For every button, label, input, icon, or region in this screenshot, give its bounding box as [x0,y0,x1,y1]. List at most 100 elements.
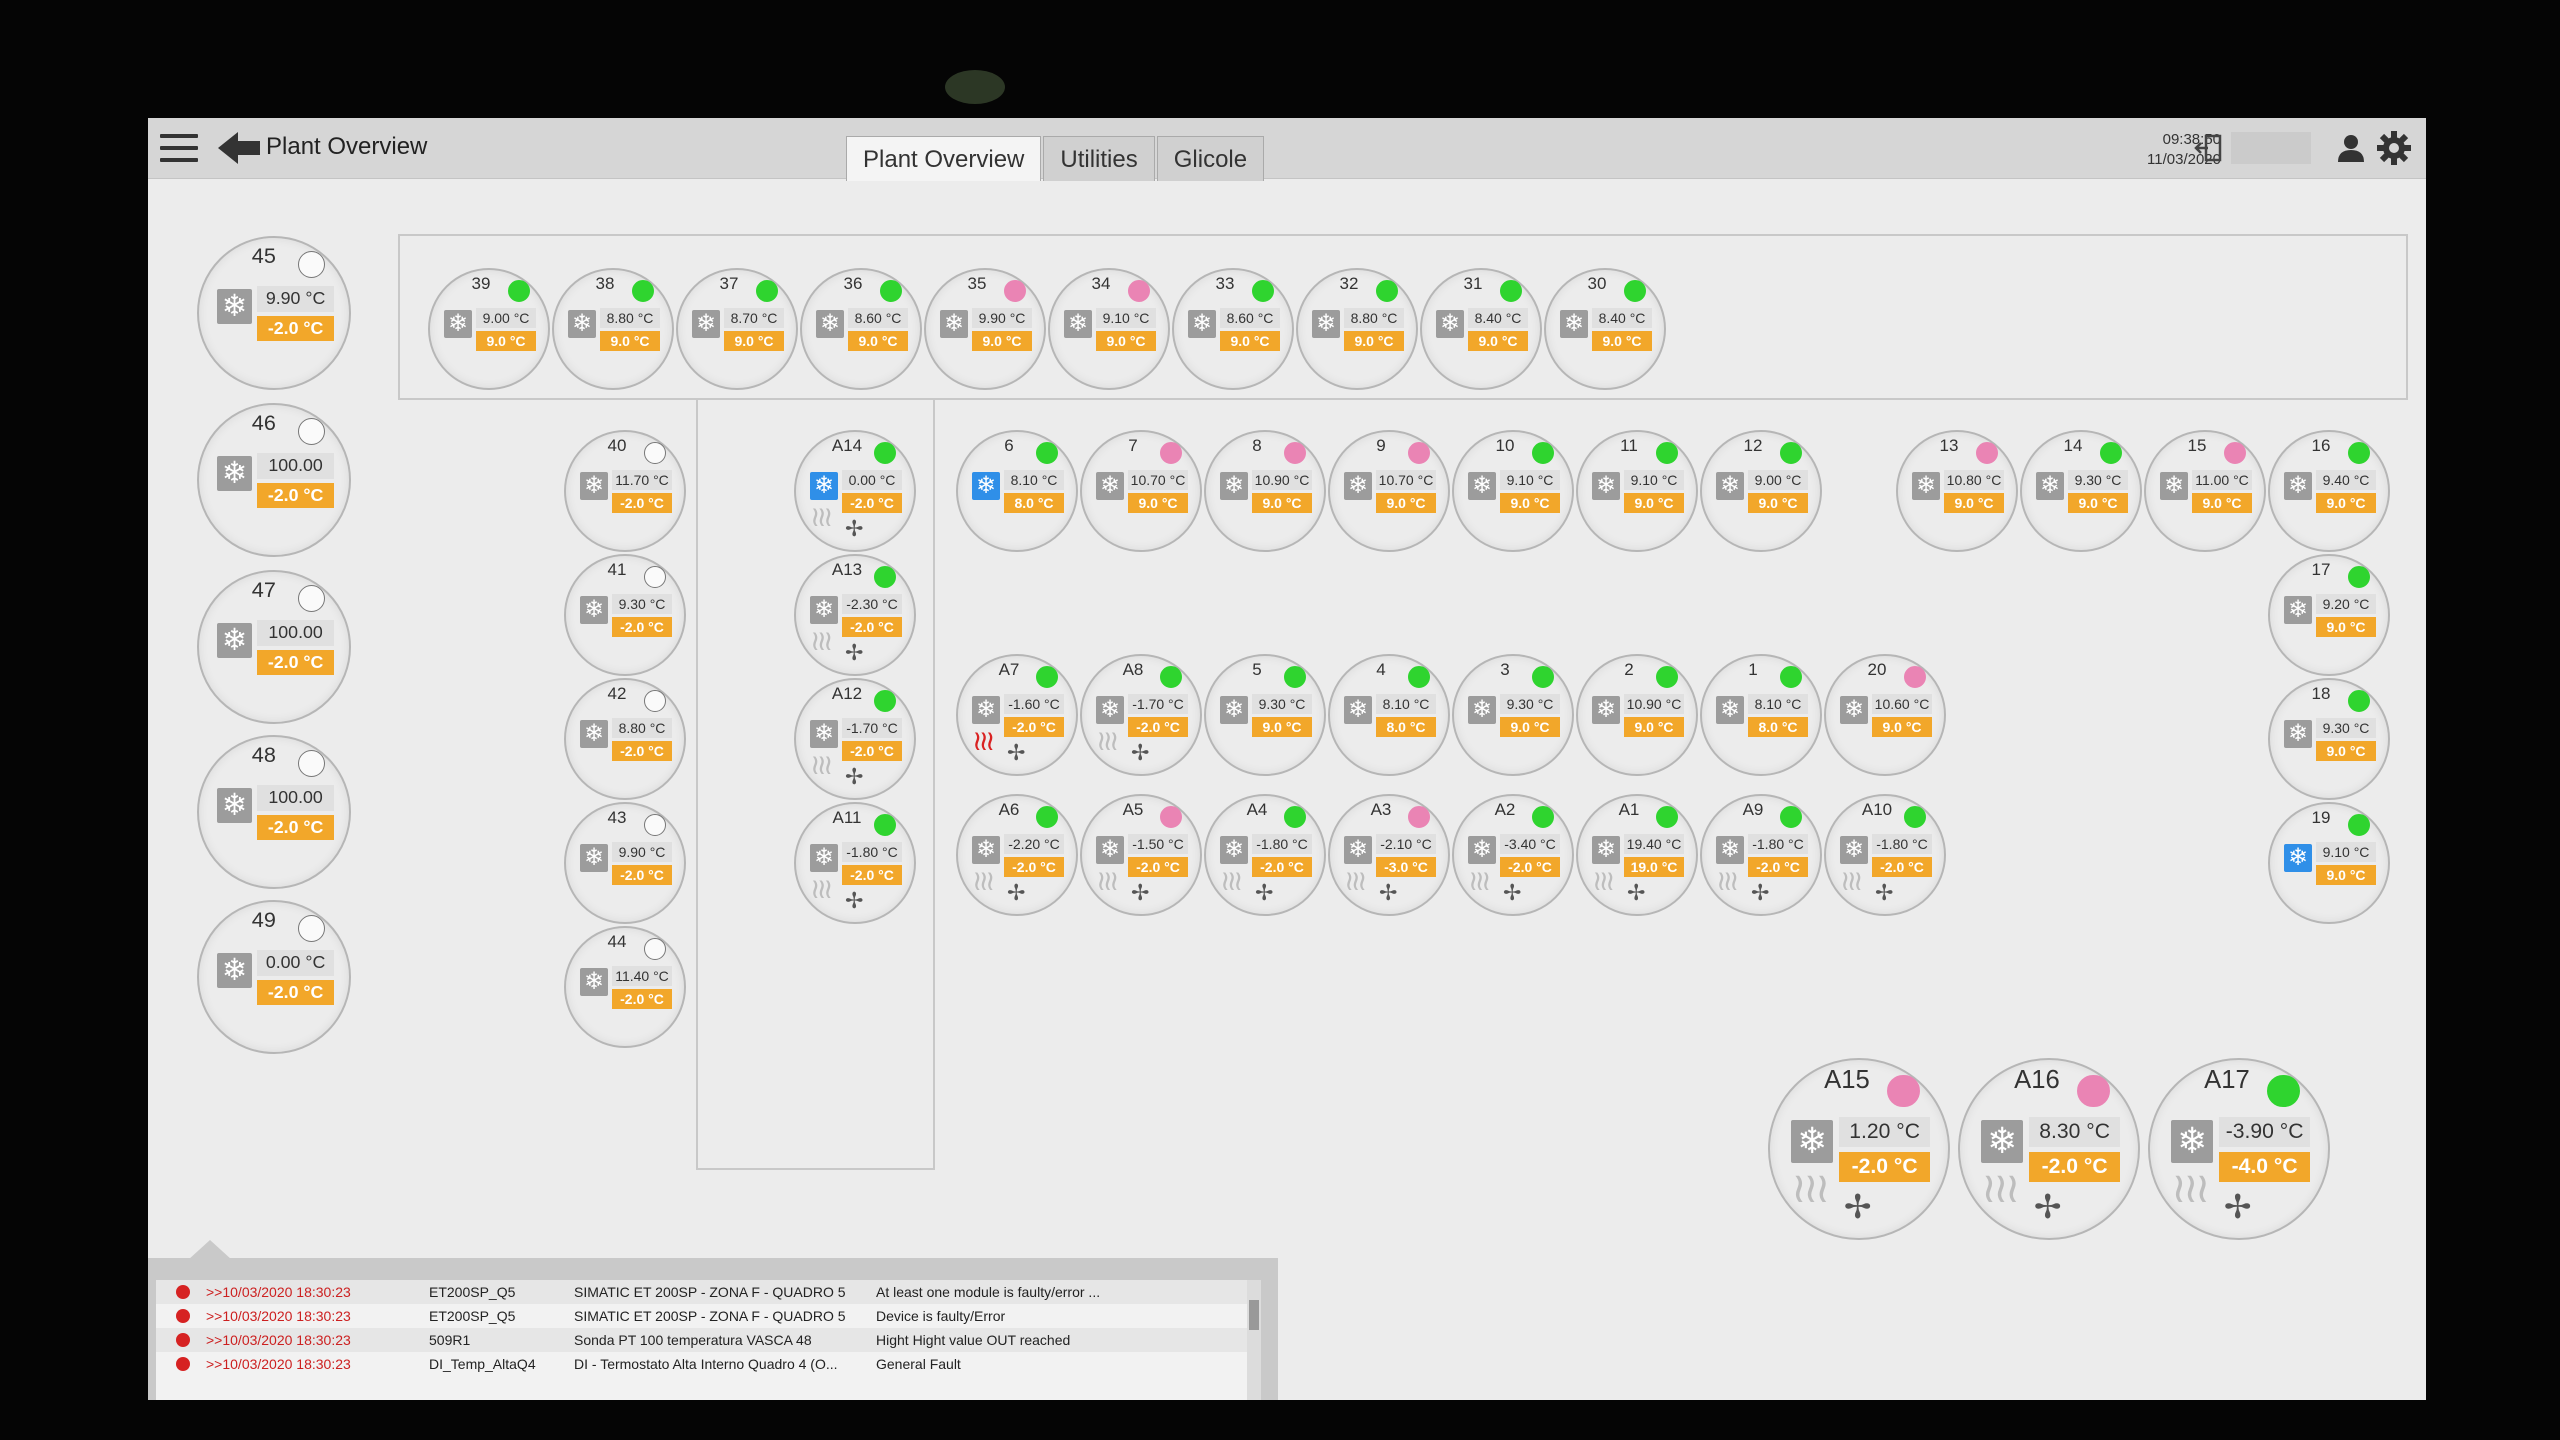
menu-icon[interactable] [160,134,198,162]
setpoint-value[interactable]: -4.0 °C [2219,1152,2310,1183]
unit-a15[interactable]: A15 ❄ 1.20 °C -2.0 °C ≀≀≀ ✢ [1768,1058,1950,1240]
setpoint-value[interactable]: -2.0 °C [842,865,902,885]
setpoint-value[interactable]: -2.0 °C [1748,857,1808,877]
back-arrow-icon[interactable] [216,130,264,166]
unit-10[interactable]: 10 ❄ 9.10 °C 9.0 °C [1452,430,1574,552]
unit-a9[interactable]: A9 ❄ -1.80 °C -2.0 °C ≀≀≀ ✢ [1700,794,1822,916]
unit-7[interactable]: 7 ❄ 10.70 °C 9.0 °C [1080,430,1202,552]
setpoint-value[interactable]: 9.0 °C [972,331,1032,351]
unit-a11[interactable]: A11 ❄ -1.80 °C -2.0 °C ≀≀≀ ✢ [794,802,916,924]
setpoint-value[interactable]: 9.0 °C [1468,331,1528,351]
setpoint-value[interactable]: -2.0 °C [612,493,672,513]
setpoint-value[interactable]: -2.0 °C [842,617,902,637]
alarm-row[interactable]: >>10/03/2020 18:30:23 ET200SP_Q5 SIMATIC E… [156,1280,1256,1304]
unit-a13[interactable]: A13 ❄ -2.30 °C -2.0 °C ≀≀≀ ✢ [794,554,916,676]
setpoint-value[interactable]: 9.0 °C [1592,331,1652,351]
unit-5[interactable]: 5 ❄ 9.30 °C 9.0 °C [1204,654,1326,776]
setpoint-value[interactable]: -2.0 °C [842,493,902,513]
unit-a4[interactable]: A4 ❄ -1.80 °C -2.0 °C ≀≀≀ ✢ [1204,794,1326,916]
setpoint-value[interactable]: 9.0 °C [2316,617,2376,637]
unit-6[interactable]: 6 ❄ 8.10 °C 8.0 °C [956,430,1078,552]
setpoint-value[interactable]: -2.0 °C [612,865,672,885]
unit-8[interactable]: 8 ❄ 10.90 °C 9.0 °C [1204,430,1326,552]
alarm-scrollbar[interactable] [1247,1280,1261,1400]
scrollbar-thumb[interactable] [1249,1300,1259,1330]
setpoint-value[interactable]: 9.0 °C [2316,741,2376,761]
setpoint-value[interactable]: -2.0 °C [1252,857,1312,877]
unit-13[interactable]: 13 ❄ 10.80 °C 9.0 °C [1896,430,2018,552]
unit-a8[interactable]: A8 ❄ -1.70 °C -2.0 °C ≀≀≀ ✢ [1080,654,1202,776]
unit-19[interactable]: 19 ❄ 9.10 °C 9.0 °C [2268,802,2390,924]
unit-3[interactable]: 3 ❄ 9.30 °C 9.0 °C [1452,654,1574,776]
setpoint-value[interactable]: 9.0 °C [1500,717,1560,737]
setpoint-value[interactable]: -2.0 °C [1004,857,1064,877]
setpoint-value[interactable]: -2.0 °C [1004,717,1064,737]
alarm-row[interactable]: >>10/03/2020 18:30:23 ET200SP_Q5 SIMATIC E… [156,1304,1256,1328]
setpoint-value[interactable]: 9.0 °C [600,331,660,351]
setpoint-value[interactable]: -2.0 °C [612,617,672,637]
setpoint-value[interactable]: 8.0 °C [1748,717,1808,737]
unit-a7[interactable]: A7 ❄ -1.60 °C -2.0 °C ≀≀≀ ✢ [956,654,1078,776]
unit-a2[interactable]: A2 ❄ -3.40 °C -2.0 °C ≀≀≀ ✢ [1452,794,1574,916]
setpoint-value[interactable]: 9.0 °C [724,331,784,351]
setpoint-value[interactable]: 9.0 °C [476,331,536,351]
unit-16[interactable]: 16 ❄ 9.40 °C 9.0 °C [2268,430,2390,552]
unit-45[interactable]: 45 ❄ 9.90 °C -2.0 °C [197,236,351,390]
unit-36[interactable]: 36 ❄ 8.60 °C 9.0 °C [800,268,922,390]
setpoint-value[interactable]: 9.0 °C [2316,493,2376,513]
setpoint-value[interactable]: 9.0 °C [1624,717,1684,737]
unit-35[interactable]: 35 ❄ 9.90 °C 9.0 °C [924,268,1046,390]
setpoint-value[interactable]: 9.0 °C [1748,493,1808,513]
unit-43[interactable]: 43 ❄ 9.90 °C -2.0 °C [564,802,686,924]
setpoint-value[interactable]: 9.0 °C [1128,493,1188,513]
alarm-panel-toggle[interactable] [188,1240,232,1260]
unit-20[interactable]: 20 ❄ 10.60 °C 9.0 °C [1824,654,1946,776]
setpoint-value[interactable]: 9.0 °C [2068,493,2128,513]
setpoint-value[interactable]: -2.0 °C [257,814,334,840]
unit-47[interactable]: 47 ❄100.00 °C-2.0 °C [197,570,351,724]
setpoint-value[interactable]: 9.0 °C [1220,331,1280,351]
unit-a5[interactable]: A5 ❄ -1.50 °C -2.0 °C ≀≀≀ ✢ [1080,794,1202,916]
unit-37[interactable]: 37 ❄ 8.70 °C 9.0 °C [676,268,798,390]
setpoint-value[interactable]: -2.0 °C [2029,1152,2120,1183]
setpoint-value[interactable]: -2.0 °C [612,741,672,761]
logout-icon[interactable] [2194,132,2226,164]
unit-18[interactable]: 18 ❄ 9.30 °C 9.0 °C [2268,678,2390,800]
unit-a14[interactable]: A14 ❄ 0.00 °C -2.0 °C ≀≀≀ ✢ [794,430,916,552]
setpoint-value[interactable]: 8.0 °C [1376,717,1436,737]
setpoint-value[interactable]: -2.0 °C [257,979,334,1005]
tab-glicole[interactable]: Glicole [1156,136,1265,181]
setpoint-value[interactable]: -2.0 °C [612,989,672,1009]
unit-30[interactable]: 30 ❄ 8.40 °C 9.0 °C [1544,268,1666,390]
setpoint-value[interactable]: -2.0 °C [842,741,902,761]
unit-a10[interactable]: A10 ❄ -1.80 °C -2.0 °C ≀≀≀ ✢ [1824,794,1946,916]
user-icon[interactable] [2336,132,2366,164]
unit-a6[interactable]: A6 ❄ -2.20 °C -2.0 °C ≀≀≀ ✢ [956,794,1078,916]
setpoint-value[interactable]: 19.0 °C [1624,857,1684,877]
setpoint-value[interactable]: 9.0 °C [2192,493,2252,513]
setpoint-value[interactable]: -2.0 °C [1128,717,1188,737]
unit-34[interactable]: 34 ❄ 9.10 °C 9.0 °C [1048,268,1170,390]
setpoint-value[interactable]: 9.0 °C [848,331,908,351]
unit-a3[interactable]: A3 ❄ -2.10 °C -3.0 °C ≀≀≀ ✢ [1328,794,1450,916]
setpoint-value[interactable]: 9.0 °C [1376,493,1436,513]
unit-49[interactable]: 49 ❄ 0.00 °C -2.0 °C [197,900,351,1054]
unit-41[interactable]: 41 ❄ 9.30 °C -2.0 °C [564,554,686,676]
setpoint-value[interactable]: 9.0 °C [1344,331,1404,351]
unit-a17[interactable]: A17 ❄ -3.90 °C -4.0 °C ≀≀≀ ✢ [2148,1058,2330,1240]
unit-42[interactable]: 42 ❄ 8.80 °C -2.0 °C [564,678,686,800]
unit-33[interactable]: 33 ❄ 8.60 °C 9.0 °C [1172,268,1294,390]
unit-39[interactable]: 39 ❄ 9.00 °C 9.0 °C [428,268,550,390]
setpoint-value[interactable]: -2.0 °C [1872,857,1932,877]
unit-48[interactable]: 48 ❄100.00 °C-2.0 °C [197,735,351,889]
setpoint-value[interactable]: -2.0 °C [1500,857,1560,877]
unit-9[interactable]: 9 ❄ 10.70 °C 9.0 °C [1328,430,1450,552]
setpoint-value[interactable]: 9.0 °C [1624,493,1684,513]
setpoint-value[interactable]: 9.0 °C [1944,493,2004,513]
unit-31[interactable]: 31 ❄ 8.40 °C 9.0 °C [1420,268,1542,390]
unit-46[interactable]: 46 ❄100.00 °C-2.0 °C [197,403,351,557]
setpoint-value[interactable]: 8.0 °C [1004,493,1064,513]
setpoint-value[interactable]: 9.0 °C [1500,493,1560,513]
unit-32[interactable]: 32 ❄ 8.80 °C 9.0 °C [1296,268,1418,390]
setpoint-value[interactable]: -2.0 °C [257,482,334,508]
